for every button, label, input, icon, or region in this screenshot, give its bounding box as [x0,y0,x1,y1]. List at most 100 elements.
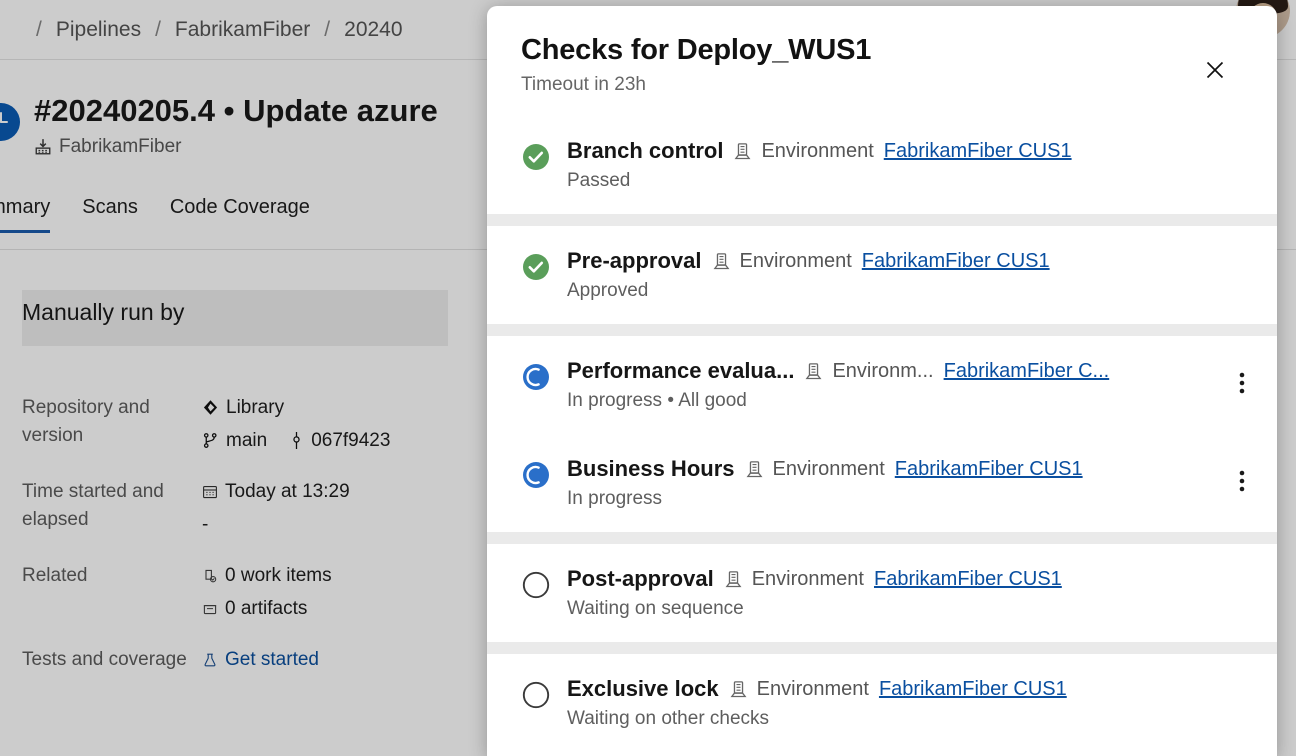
environment-link[interactable]: FabrikamFiber CUS1 [884,140,1072,163]
breadcrumb-item-run[interactable]: 20240 [344,18,402,42]
close-icon [1203,58,1227,87]
environment-link[interactable]: FabrikamFiber CUS1 [874,568,1062,591]
environment-icon [745,460,764,479]
group-separator [487,642,1277,654]
run-title-texts: #20240205.4 • Update azure FabrikamFiber [34,93,438,158]
repository-line[interactable]: Library [202,394,390,422]
artifacts-value: 0 artifacts [225,597,308,619]
clock-icon [0,103,20,141]
dialog-title: Checks for Deploy_WUS1 [521,34,872,66]
in-progress-icon [521,460,551,490]
artifacts-line[interactable]: 0 artifacts [202,595,332,623]
in-progress-icon [521,362,551,392]
check-more-menu[interactable] [1225,371,1259,400]
work-items-value: 0 work items [225,565,332,587]
check-item[interactable]: Branch control Environment FabrikamFiber… [487,116,1277,214]
breadcrumb-separator-2: / [324,17,331,41]
artifact-icon [202,601,218,617]
group-separator [487,214,1277,226]
detail-row-time: Time started and elapsed Today at 13:29 [22,478,462,543]
environment-link[interactable]: FabrikamFiber CUS1 [862,250,1050,273]
pending-icon [521,570,551,600]
check-status-text: In progress [567,488,663,509]
detail-value-repository: Library main 067f9423 [202,394,390,459]
environment-link[interactable]: FabrikamFiber C... [944,360,1110,383]
environment-link[interactable]: FabrikamFiber CUS1 [895,458,1083,481]
detail-row-related: Related 0 work items 0 artifacts [22,562,462,627]
check-item[interactable]: Performance evalua... Environm... Fabrik… [487,336,1277,434]
check-more-menu[interactable] [1225,469,1259,498]
environment-icon [804,362,823,381]
detail-label-tests: Tests and coverage [22,649,187,671]
manually-run-by-label: Manually run by [22,299,185,325]
breadcrumb-separator-0: / [36,17,42,41]
tests-get-started-link[interactable]: Get started [225,646,319,674]
check-item[interactable]: Business Hours Environment FabrikamFiber… [487,434,1277,532]
dialog-subtitle: Timeout in 23h [521,74,646,95]
success-icon [521,142,551,172]
environment-label: Environment [772,457,885,480]
commit-icon [289,431,304,449]
breadcrumb-item-pipelines[interactable]: Pipelines [56,18,141,42]
detail-value-related: 0 work items 0 artifacts [202,562,332,627]
dialog-header: Checks for Deploy_WUS1 Timeout in 23h [487,6,1277,116]
checks-dialog: Checks for Deploy_WUS1 Timeout in 23h Br… [487,6,1277,756]
check-body: Post-approval Environment FabrikamFiber … [567,566,1217,620]
check-body: Exclusive lock Environment FabrikamFiber… [567,676,1217,730]
branch-name: main [226,429,268,451]
run-pipeline-name[interactable]: FabrikamFiber [59,136,181,158]
tab-summary[interactable]: ummary [0,196,66,233]
tab-scans-label: Scans [82,196,138,218]
run-pipeline-row: FabrikamFiber [34,136,438,158]
work-item-icon [202,568,218,584]
tab-code-coverage-label: Code Coverage [169,196,310,218]
check-header-line: Post-approval Environment FabrikamFiber … [567,566,1217,592]
check-header-line: Exclusive lock Environment FabrikamFiber… [567,676,1217,702]
time-started-value: Today at 13:29 [225,481,350,503]
flask-icon [202,652,218,668]
environment-link[interactable]: FabrikamFiber CUS1 [879,678,1067,701]
elapsed-line: - [202,511,350,539]
check-status-text: Waiting on sequence [567,598,744,619]
check-name: Performance evalua... [567,358,795,383]
more-vertical-icon [1239,371,1245,400]
elapsed-value: - [202,513,209,535]
detail-rows: Repository and version Library main 067f… [22,394,462,698]
repository-icon [202,399,219,416]
environment-icon [724,570,743,589]
more-vertical-icon [1239,469,1245,498]
screen-root: / Pipelines / FabrikamFiber / 20240 #202… [0,0,1296,756]
tests-get-started-line[interactable]: Get started [202,646,319,674]
environment-icon [729,680,748,699]
environment-label: Environment [756,677,869,700]
breadcrumb-item-fabrikamfiber[interactable]: FabrikamFiber [175,18,310,42]
environment-label: Environment [739,249,852,272]
detail-row-repository: Repository and version Library main 067f… [22,394,462,459]
detail-row-tests: Tests and coverage Get started [22,646,462,679]
branch-line[interactable]: main 067f9423 [202,427,390,455]
run-title-row: #20240205.4 • Update azure FabrikamFiber [0,93,438,158]
check-item[interactable]: Post-approval Environment FabrikamFiber … [487,544,1277,642]
environment-icon [733,142,752,161]
work-items-line[interactable]: 0 work items [202,562,332,590]
check-status-text: Passed [567,170,631,191]
detail-value-tests: Get started [202,646,319,679]
run-details-panel: Manually run by Repository and version L… [0,258,452,746]
tab-summary-label: ummary [0,196,51,218]
detail-label-repository: Repository and version [22,397,150,446]
check-item[interactable]: Exclusive lock Environment FabrikamFiber… [487,654,1277,752]
group-separator [487,324,1277,336]
pending-icon [521,680,551,710]
calendar-icon [202,484,218,500]
group-separator [487,532,1277,544]
close-button[interactable] [1197,54,1233,90]
check-name: Branch control [567,138,724,163]
tab-scans[interactable]: Scans [66,196,154,233]
check-status-text: Approved [567,280,649,301]
check-item[interactable]: Pre-approval Environment FabrikamFiber C… [487,226,1277,324]
check-body: Performance evalua... Environm... Fabrik… [567,358,1217,412]
check-status-text: In progress • All good [567,390,747,411]
breadcrumb-separator-1: / [155,17,161,41]
check-status-text: Waiting on other checks [567,708,770,729]
tab-code-coverage[interactable]: Code Coverage [154,196,326,233]
